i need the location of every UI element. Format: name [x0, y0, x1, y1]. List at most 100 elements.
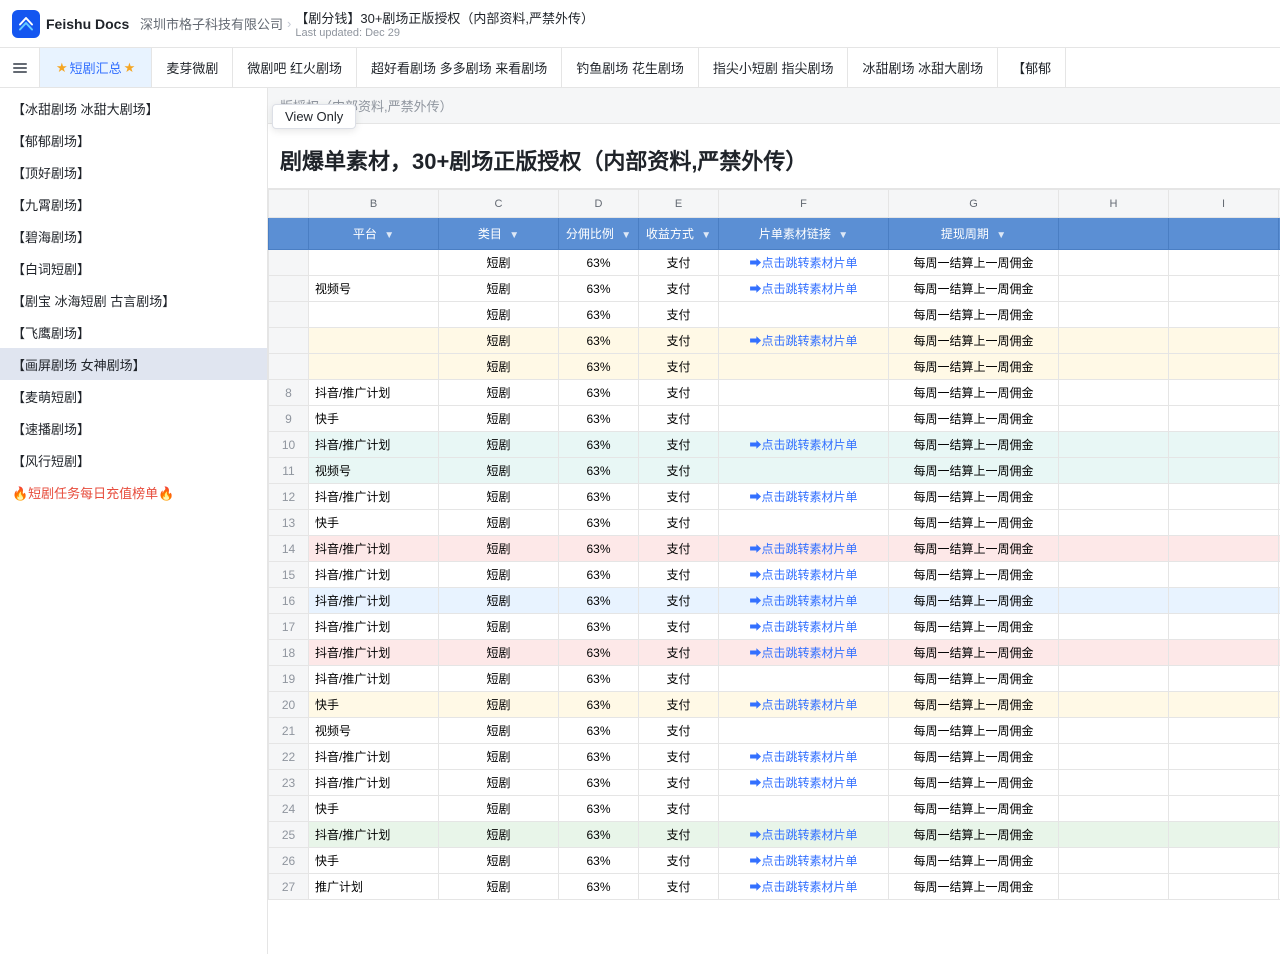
tab-zhijian[interactable]: 指尖小短剧 指尖剧场 [699, 48, 849, 88]
material-link[interactable]: ➡点击跳转素材片单 [725, 592, 882, 609]
tab-yuyu[interactable]: 【郁郁 [998, 48, 1066, 88]
table-cell[interactable]: ➡点击跳转素材片单 [719, 562, 889, 588]
material-link[interactable]: ➡点击跳转素材片单 [725, 826, 882, 843]
sidebar-item-huaping[interactable]: 【画屏剧场 女神剧场】 [0, 348, 267, 380]
header-rownum [269, 218, 309, 250]
table-cell[interactable]: ➡点击跳转素材片单 [719, 640, 889, 666]
sidebar-item-bihai[interactable]: 【碧海剧场】 [0, 220, 267, 252]
table-cell: 63% [559, 406, 639, 432]
table-cell [1059, 692, 1169, 718]
material-link[interactable]: ➡点击跳转素材片单 [725, 332, 882, 349]
sheet-big-title: 剧爆单素材，30+剧场正版授权（内部资料,严禁外传） [268, 124, 1280, 189]
table-cell: 抖音/推广计划 [309, 666, 439, 692]
material-link[interactable]: ➡点击跳转素材片单 [725, 254, 882, 271]
tab-bintian[interactable]: 冰甜剧场 冰甜大剧场 [848, 48, 998, 88]
material-link[interactable]: ➡点击跳转素材片单 [725, 644, 882, 661]
table-cell[interactable]: ➡点击跳转素材片单 [719, 484, 889, 510]
table-cell [1169, 250, 1279, 276]
tab-weijuba[interactable]: 微剧吧 红火剧场 [233, 48, 357, 88]
table-cell: 63% [559, 718, 639, 744]
sidebar-item-fire-list[interactable]: 🔥短剧任务每日充值榜单🔥 [0, 476, 267, 508]
table-row: 20快手短剧63%支付➡点击跳转素材片单每周一结算上一周佣金 [269, 692, 1280, 718]
material-link[interactable]: ➡点击跳转素材片单 [725, 696, 882, 713]
table-row: 11视频号短剧63%支付每周一结算上一周佣金 [269, 458, 1280, 484]
table-cell [1169, 432, 1279, 458]
filter-icon-revenue[interactable]: ▼ [701, 230, 711, 241]
table-cell[interactable]: ➡点击跳转素材片单 [719, 432, 889, 458]
sidebar-item-yuyu[interactable]: 【郁郁剧场】 [0, 124, 267, 156]
table-cell [719, 718, 889, 744]
table-cell [1169, 874, 1279, 900]
row-number: 9 [269, 406, 309, 432]
col-letter-g: G [889, 190, 1059, 218]
sidebar-item-fengxing[interactable]: 【风行短剧】 [0, 444, 267, 476]
table-cell[interactable]: ➡点击跳转素材片单 [719, 692, 889, 718]
table-cell[interactable]: ➡点击跳转素材片单 [719, 328, 889, 354]
sidebar-item-jubao[interactable]: 【剧宝 冰海短剧 古言剧场】 [0, 284, 267, 316]
sidebar-item-subo[interactable]: 【速播剧场】 [0, 412, 267, 444]
material-link[interactable]: ➡点击跳转素材片单 [725, 774, 882, 791]
material-link[interactable]: ➡点击跳转素材片单 [725, 280, 882, 297]
material-link[interactable]: ➡点击跳转素材片单 [725, 618, 882, 635]
col-letter-f: F [719, 190, 889, 218]
filter-icon-category[interactable]: ▼ [509, 230, 519, 241]
material-link[interactable]: ➡点击跳转素材片单 [725, 436, 882, 453]
table-cell[interactable]: ➡点击跳转素材片单 [719, 588, 889, 614]
row-number: 12 [269, 484, 309, 510]
filter-icon-withdraw[interactable]: ▼ [996, 230, 1006, 241]
sidebar-item-dinghao[interactable]: 【顶好剧场】 [0, 156, 267, 188]
table-cell[interactable]: ➡点击跳转素材片单 [719, 770, 889, 796]
table-cell: 63% [559, 380, 639, 406]
table-row: 9快手短剧63%支付每周一结算上一周佣金 [269, 406, 1280, 432]
table-cell: 每周一结算上一周佣金 [889, 458, 1059, 484]
sidebar-item-maimeng[interactable]: 【麦萌短剧】 [0, 380, 267, 412]
material-link[interactable]: ➡点击跳转素材片单 [725, 566, 882, 583]
material-link[interactable]: ➡点击跳转素材片单 [725, 488, 882, 505]
filter-icon-materials[interactable]: ▼ [838, 230, 848, 241]
breadcrumb-doc-title[interactable]: 【剧分钱】30+剧场正版授权（内部资料,严禁外传） [295, 8, 594, 27]
layers-button[interactable] [0, 48, 40, 88]
breadcrumb-company[interactable]: 深圳市格子科技有限公司 [140, 14, 283, 33]
table-cell[interactable]: ➡点击跳转素材片单 [719, 250, 889, 276]
table-cell [1169, 744, 1279, 770]
header-platform: 平台 ▼ [309, 218, 439, 250]
material-link[interactable]: ➡点击跳转素材片单 [725, 852, 882, 869]
table-cell[interactable]: ➡点击跳转素材片单 [719, 848, 889, 874]
header-category: 类目 ▼ [439, 218, 559, 250]
sheet-wrapper[interactable]: 剧爆单素材，30+剧场正版授权（内部资料,严禁外传） [268, 124, 1280, 954]
table-cell: 短剧 [439, 510, 559, 536]
tab-maiya[interactable]: 麦芽微剧 [152, 48, 233, 88]
table-cell: 支付 [639, 302, 719, 328]
table-cell [1059, 718, 1169, 744]
col-letter-i: I [1169, 190, 1279, 218]
sidebar-item-feiying[interactable]: 【飞鹰剧场】 [0, 316, 267, 348]
sidebar-item-bingtian[interactable]: 【冰甜剧场 冰甜大剧场】 [0, 92, 267, 124]
table-cell[interactable]: ➡点击跳转素材片单 [719, 536, 889, 562]
table-cell[interactable]: ➡点击跳转素材片单 [719, 822, 889, 848]
table-cell[interactable]: ➡点击跳转素材片单 [719, 744, 889, 770]
table-cell[interactable]: ➡点击跳转素材片单 [719, 874, 889, 900]
tab-diaoyu[interactable]: 钓鱼剧场 花生剧场 [562, 48, 699, 88]
breadcrumb: 深圳市格子科技有限公司 › 【剧分钱】30+剧场正版授权（内部资料,严禁外传） … [140, 8, 1268, 39]
table-cell: 视频号 [309, 718, 439, 744]
table-cell[interactable]: ➡点击跳转素材片单 [719, 276, 889, 302]
table-cell: 快手 [309, 692, 439, 718]
tab-summary[interactable]: ★ 短剧汇总 ★ [40, 48, 152, 88]
table-cell[interactable]: ➡点击跳转素材片单 [719, 614, 889, 640]
table-cell [1169, 380, 1279, 406]
tab-chaohaokan[interactable]: 超好看剧场 多多剧场 来看剧场 [357, 48, 562, 88]
material-link[interactable]: ➡点击跳转素材片单 [725, 540, 882, 557]
material-link[interactable]: ➡点击跳转素材片单 [725, 878, 882, 895]
material-link[interactable]: ➡点击跳转素材片单 [725, 748, 882, 765]
table-cell: 63% [559, 848, 639, 874]
row-number: 8 [269, 380, 309, 406]
table-cell: 每周一结算上一周佣金 [889, 536, 1059, 562]
sidebar-item-jiuxiao[interactable]: 【九霄剧场】 [0, 188, 267, 220]
sidebar-item-baici[interactable]: 【白词短剧】 [0, 252, 267, 284]
table-cell: 短剧 [439, 666, 559, 692]
filter-icon-platform[interactable]: ▼ [384, 230, 394, 241]
filter-icon-commission[interactable]: ▼ [621, 230, 631, 241]
table-cell: 快手 [309, 406, 439, 432]
table-cell [719, 354, 889, 380]
table-cell: 视频号 [309, 458, 439, 484]
